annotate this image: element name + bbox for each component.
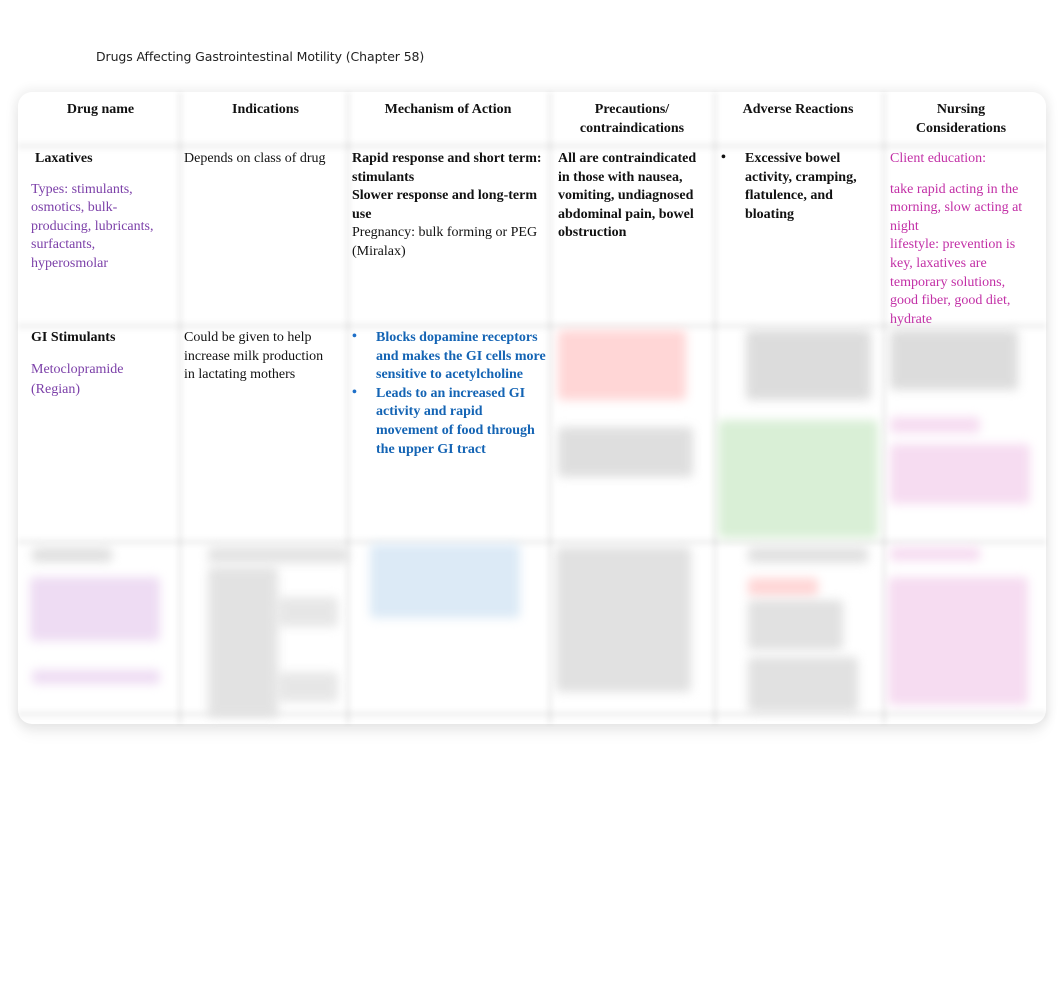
header-nursing: Nursing Considerations	[880, 101, 1042, 138]
mechanism-cell: Blocks dopamine receptors and makes the …	[352, 328, 548, 459]
header-nursing-line1: Nursing	[936, 102, 986, 117]
mechanism-pregnancy: Pregnancy: bulk forming or PEG (Miralax)	[352, 225, 538, 259]
header-drug-name: Drug name	[66, 102, 135, 117]
drug-example: Metoclopramide (Regian)	[31, 361, 124, 397]
mechanism-bullet: Blocks dopamine receptors and makes the …	[352, 328, 548, 385]
header-adverse-reactions: Adverse Reactions	[742, 102, 854, 117]
header-precautions-line1: Precautions/	[594, 102, 670, 117]
precautions-cell: All are contraindicated in those with na…	[558, 151, 697, 241]
row-divider	[18, 708, 1046, 720]
table-row-gi-stimulants-drug: GI Stimulants Metoclopramide (Regian)	[31, 329, 171, 400]
nursing-text-timing: take rapid acting in the morning, slow a…	[890, 181, 1023, 234]
document-title: Drugs Affecting Gastrointestinal Motilit…	[96, 49, 425, 64]
header-indications: Indications	[232, 102, 299, 117]
adverse-cell: Excessive bowel activity, cramping, flat…	[721, 149, 876, 224]
nursing-heading: Client education:	[890, 151, 987, 166]
nursing-cell: Client education: take rapid acting in t…	[890, 150, 1035, 329]
header-mechanism: Mechanism of Action	[384, 102, 512, 117]
drug-name: GI Stimulants	[31, 330, 116, 345]
indications-cell: Could be given to help increase milk pro…	[184, 330, 324, 383]
header-nursing-line2: Considerations	[915, 120, 1007, 136]
mechanism-cell: Rapid response and short term: stimulant…	[352, 150, 544, 262]
drug-types: Types: stimulants, osmotics, bulk-produc…	[31, 181, 154, 271]
table-row-laxatives-drug: Laxatives Types: stimulants, osmotics, b…	[31, 150, 166, 274]
mechanism-bullet: Leads to an increased GI activity and ra…	[352, 384, 548, 459]
column-divider	[710, 92, 720, 724]
mechanism-rapid: Rapid response and short term: stimulant…	[352, 151, 542, 185]
mechanism-slow: Slower response and long-term use	[352, 188, 537, 222]
nursing-text-lifestyle: lifestyle: prevention is key, laxatives …	[890, 237, 1016, 327]
indications-cell: Depends on class of drug	[184, 151, 326, 166]
drug-table: Drug name Indications Mechanism of Actio…	[18, 92, 1046, 724]
adverse-item: Excessive bowel activity, cramping, flat…	[721, 149, 876, 224]
drug-name: Laxatives	[35, 151, 93, 166]
column-divider	[175, 92, 185, 724]
header-precautions: Precautions/ contraindications	[548, 101, 716, 138]
header-precautions-line2: contraindications	[579, 120, 685, 136]
